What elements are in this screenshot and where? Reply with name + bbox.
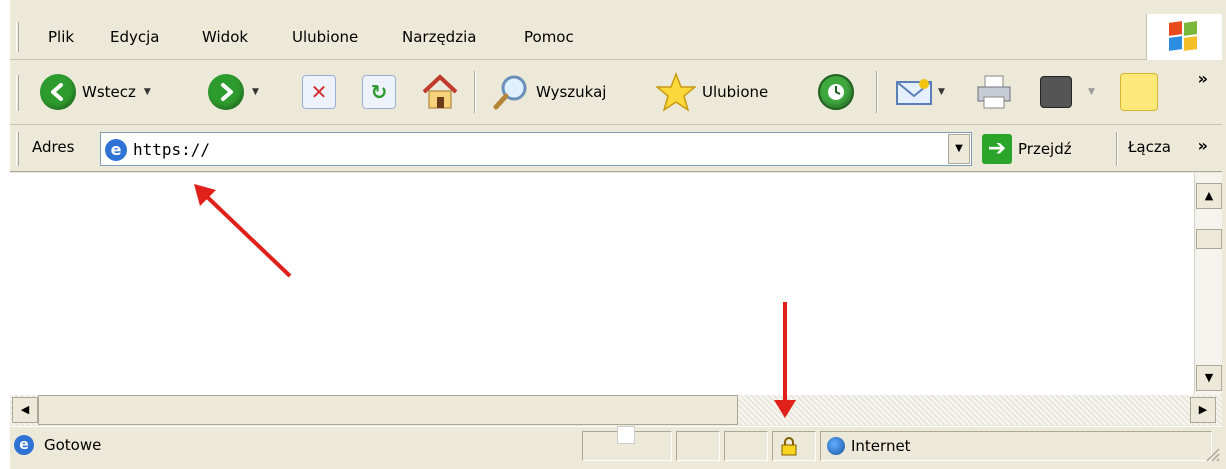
status-bar: e Gotowe Internet — [10, 426, 1222, 464]
address-input[interactable]: e https:// ▼ — [100, 132, 972, 166]
scroll-right-icon[interactable]: ▶ — [1190, 397, 1216, 423]
menu-favorites[interactable]: Ulubione — [292, 28, 358, 46]
scroll-down-icon[interactable]: ▼ — [1196, 365, 1222, 391]
home-icon — [422, 74, 458, 109]
edit-button[interactable]: ▼ — [1040, 71, 1095, 113]
stop-button[interactable]: ✕ — [302, 71, 336, 113]
go-arrow-icon: ➔ — [982, 134, 1012, 164]
menu-view[interactable]: Widok — [202, 28, 248, 46]
home-button[interactable] — [420, 71, 460, 113]
history-icon — [818, 74, 854, 110]
go-label: Przejdź — [1018, 140, 1072, 158]
forward-button[interactable]: ▼ — [208, 71, 259, 113]
scroll-left-icon[interactable]: ◀ — [12, 397, 38, 423]
windows-logo — [1146, 14, 1222, 60]
messenger-icon — [1120, 73, 1158, 111]
back-button[interactable]: Wstecz ▼ — [40, 71, 151, 113]
favorites-star-icon — [656, 72, 696, 112]
toolbar-more-chevron[interactable]: » — [1198, 69, 1208, 88]
forward-dropdown-icon[interactable]: ▼ — [252, 87, 259, 97]
print-button[interactable] — [974, 71, 1014, 113]
address-label: Adres — [32, 138, 75, 156]
messenger-button[interactable] — [1120, 71, 1158, 113]
menu-edit[interactable]: Edycja — [110, 28, 159, 46]
refresh-icon: ↻ — [362, 75, 396, 109]
horizontal-scrollbar[interactable]: ◀ ▶ — [10, 395, 1222, 425]
search-magnifier-icon — [493, 75, 527, 110]
annotation-arrow-address — [194, 184, 292, 278]
address-separator — [1116, 132, 1118, 166]
status-zone-panel[interactable]: Internet — [820, 431, 1212, 461]
status-main-panel: e Gotowe — [12, 431, 578, 461]
search-label: Wyszukaj — [536, 83, 607, 101]
status-progress-panel — [582, 426, 672, 461]
search-button[interactable]: Wyszukaj — [492, 71, 606, 113]
stop-icon: ✕ — [302, 75, 336, 109]
address-grip[interactable] — [16, 132, 19, 166]
vertical-scrollbar[interactable]: ▲ ▼ — [1194, 173, 1222, 395]
padlock-icon — [781, 437, 797, 456]
window-edge — [0, 0, 10, 469]
status-panel — [724, 431, 768, 461]
mail-icon — [896, 79, 932, 105]
toolbar-separator — [474, 71, 476, 113]
print-icon — [977, 75, 1011, 109]
security-zone-text: Internet — [851, 437, 911, 455]
toolbar-grip[interactable] — [16, 75, 19, 111]
back-arrow-icon — [40, 74, 76, 110]
edit-dropdown-icon[interactable]: ▼ — [1088, 87, 1095, 97]
vertical-scroll-thumb[interactable] — [1196, 229, 1222, 249]
mail-button[interactable]: ▼ — [894, 71, 945, 113]
ie-page-icon: e — [105, 139, 127, 161]
forward-arrow-icon — [208, 74, 244, 110]
standard-toolbar: Wstecz ▼ ▼ ✕ ↻ Wyszukaj Ulubione ▼ ▼ » — [10, 61, 1222, 125]
menu-help[interactable]: Pomoc — [524, 28, 574, 46]
resize-grip-icon[interactable] — [1204, 446, 1220, 462]
mail-dropdown-icon[interactable]: ▼ — [938, 87, 945, 97]
menu-grip[interactable] — [16, 22, 19, 52]
refresh-button[interactable]: ↻ — [362, 71, 396, 113]
links-chevron[interactable]: » — [1198, 136, 1208, 155]
favorites-button[interactable]: Ulubione — [656, 71, 768, 113]
menu-tools[interactable]: Narzędzia — [402, 28, 476, 46]
menu-bar: Plik Edycja Widok Ulubione Narzędzia Pom… — [10, 14, 1222, 60]
go-button[interactable]: ➔ Przejdź — [982, 132, 1072, 166]
address-dropdown-icon[interactable]: ▼ — [948, 134, 970, 164]
favorites-label: Ulubione — [702, 83, 769, 101]
scroll-up-icon[interactable]: ▲ — [1196, 183, 1222, 209]
menu-file[interactable]: Plik — [48, 28, 74, 46]
windows-flag-icon — [1169, 21, 1199, 52]
annotation-arrow-lock — [774, 302, 796, 418]
edit-icon — [1040, 76, 1072, 108]
toolbar-separator — [876, 71, 878, 113]
browser-window: Plik Edycja Widok Ulubione Narzędzia Pom… — [0, 0, 1226, 469]
status-text: Gotowe — [44, 436, 102, 454]
progress-indicator — [617, 426, 635, 444]
status-panel — [676, 431, 720, 461]
address-bar: Adres e https:// ▼ ➔ Przejdź Łącza » — [10, 126, 1222, 172]
globe-icon — [827, 437, 845, 455]
ie-page-icon: e — [14, 435, 34, 455]
address-value[interactable]: https:// — [133, 140, 210, 159]
history-button[interactable] — [818, 71, 854, 113]
back-label: Wstecz — [82, 83, 136, 101]
horizontal-scroll-thumb[interactable] — [38, 395, 738, 425]
status-lock-panel[interactable] — [772, 431, 816, 461]
links-label[interactable]: Łącza — [1128, 138, 1171, 156]
back-dropdown-icon[interactable]: ▼ — [144, 87, 151, 97]
